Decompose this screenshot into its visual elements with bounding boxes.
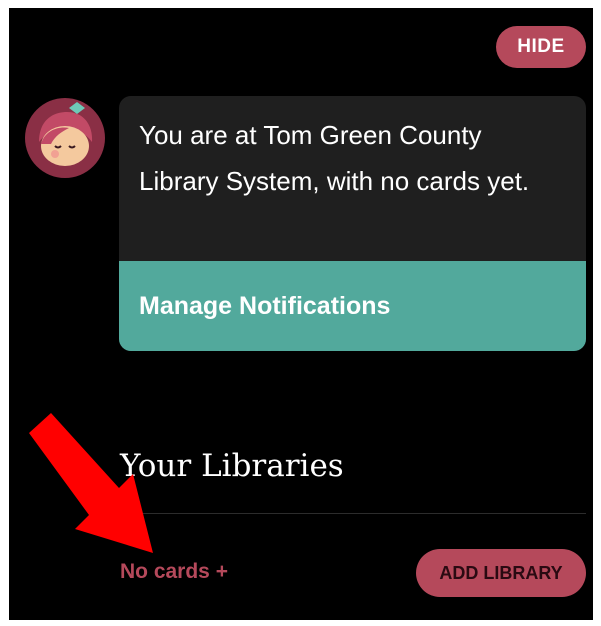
notification-card: You are at Tom Green County Library Syst… [119,96,586,351]
hide-button[interactable]: HIDE [496,26,586,68]
manage-notifications-button[interactable]: Manage Notifications [119,261,586,351]
add-library-button[interactable]: ADD LIBRARY [416,549,586,597]
libby-avatar-icon [25,98,105,178]
your-libraries-heading: Your Libraries [120,448,344,484]
notification-message: You are at Tom Green County Library Syst… [139,120,530,196]
section-divider [120,513,586,514]
no-cards-link[interactable]: No cards + [120,560,228,584]
app-screen: HIDE You are at Tom Green County Library… [9,8,593,620]
